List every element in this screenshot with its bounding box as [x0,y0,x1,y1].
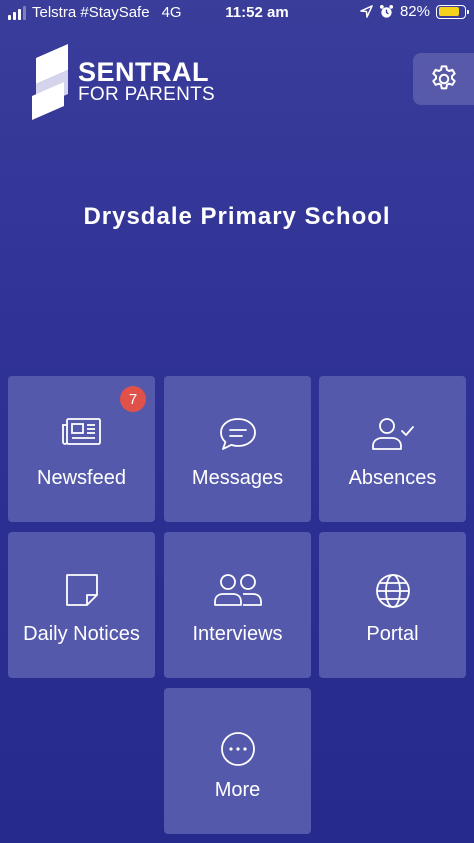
status-bar: Telstra #StaySafe 4G 11:52 am 82% [0,0,474,26]
school-name: Drysdale Primary School [83,203,391,230]
user-check-icon [371,418,414,450]
tile-more[interactable]: More [164,688,311,834]
tile-label: Interviews [192,623,283,645]
sentral-logo: SENTRAL FOR PARENTS [30,44,215,120]
battery-icon [436,4,469,19]
logo-line1: SENTRAL [78,57,209,87]
tile-interviews[interactable]: Interviews [164,532,311,678]
logo-line2: FOR PARENTS [78,84,216,105]
tile-portal[interactable]: Portal [319,532,466,678]
alarm-icon [379,4,394,18]
tile-label: Messages [191,467,284,489]
tile-label: Absences [348,467,437,489]
newspaper-icon [61,418,101,445]
sentral-logo-icon [32,44,68,120]
location-icon [360,5,373,18]
tile-label: Newsfeed [37,467,126,489]
chat-icon [219,418,256,450]
tile-label: Portal [366,623,419,645]
notification-badge: 7 [120,386,146,412]
settings-button[interactable] [413,53,474,105]
gear-icon [431,65,456,90]
tile-daily-notices[interactable]: Daily Notices [8,532,155,678]
tile-messages[interactable]: Messages [164,376,311,522]
tile-absences[interactable]: Absences [319,376,466,522]
tile-label: More [214,779,261,801]
users-icon [213,574,262,606]
battery-percent: 82% [399,3,430,20]
globe-icon [375,574,410,608]
note-icon [65,574,98,606]
status-right: 82% [360,3,469,20]
status-time: 11:52 am [225,4,289,21]
more-icon [220,732,255,766]
tile-label: Daily Notices [23,623,140,645]
